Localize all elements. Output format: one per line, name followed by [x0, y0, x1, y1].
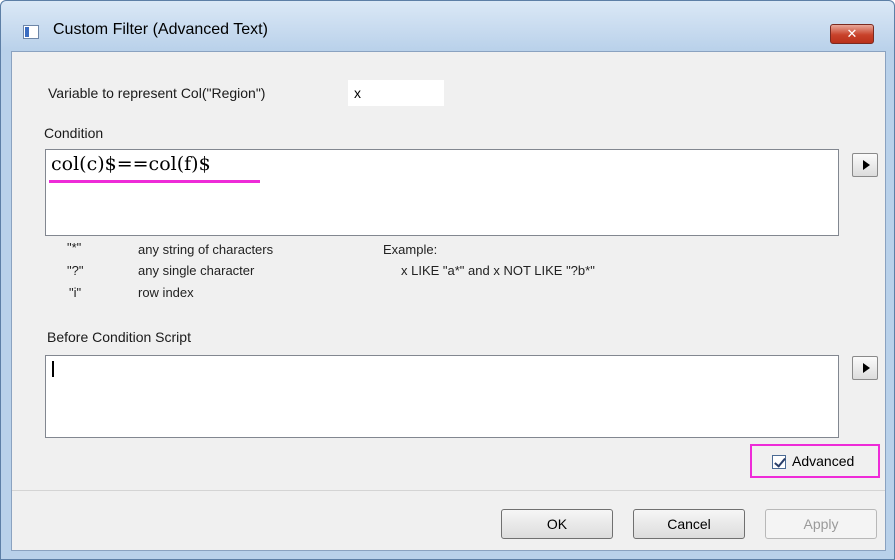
window-title: Custom Filter (Advanced Text) [53, 21, 268, 38]
title-bar[interactable]: Custom Filter (Advanced Text) ✕ [1, 1, 894, 51]
condition-label: Condition [44, 125, 104, 141]
help-symbol-3: "i" [69, 285, 82, 300]
condition-textbox[interactable]: col(c)$==col(f)$ [45, 149, 839, 236]
help-desc-1: any string of characters [138, 242, 274, 257]
cancel-button[interactable]: Cancel [633, 509, 745, 539]
condition-highlight-underline [49, 180, 260, 183]
footer-divider [12, 490, 885, 491]
text-caret [52, 361, 54, 377]
advanced-checkbox[interactable] [772, 455, 786, 469]
advanced-label[interactable]: Advanced [792, 453, 854, 469]
ok-button[interactable]: OK [501, 509, 613, 539]
apply-button[interactable]: Apply [765, 509, 877, 539]
help-symbol-1: "*" [67, 240, 82, 255]
before-script-label: Before Condition Script [47, 329, 191, 345]
help-desc-2: any single character [138, 263, 255, 278]
advanced-highlight-box: Advanced [750, 444, 880, 478]
script-menu-arrow-button[interactable] [852, 356, 878, 380]
help-desc-3: row index [138, 285, 194, 300]
condition-text: col(c)$==col(f)$ [51, 153, 211, 175]
variable-label: Variable to represent Col("Region") [48, 85, 266, 101]
example-text: x LIKE "a*" and x NOT LIKE "?b*" [401, 263, 595, 278]
before-script-textbox[interactable] [45, 355, 839, 438]
close-button[interactable]: ✕ [830, 24, 874, 44]
help-symbol-2: "?" [67, 263, 84, 278]
dialog-body: Variable to represent Col("Region") Cond… [11, 51, 886, 551]
dialog-window: Custom Filter (Advanced Text) ✕ Variable… [0, 0, 895, 560]
variable-input[interactable] [348, 80, 444, 106]
window-icon [23, 25, 39, 39]
condition-menu-arrow-button[interactable] [852, 153, 878, 177]
example-label: Example: [383, 242, 438, 257]
